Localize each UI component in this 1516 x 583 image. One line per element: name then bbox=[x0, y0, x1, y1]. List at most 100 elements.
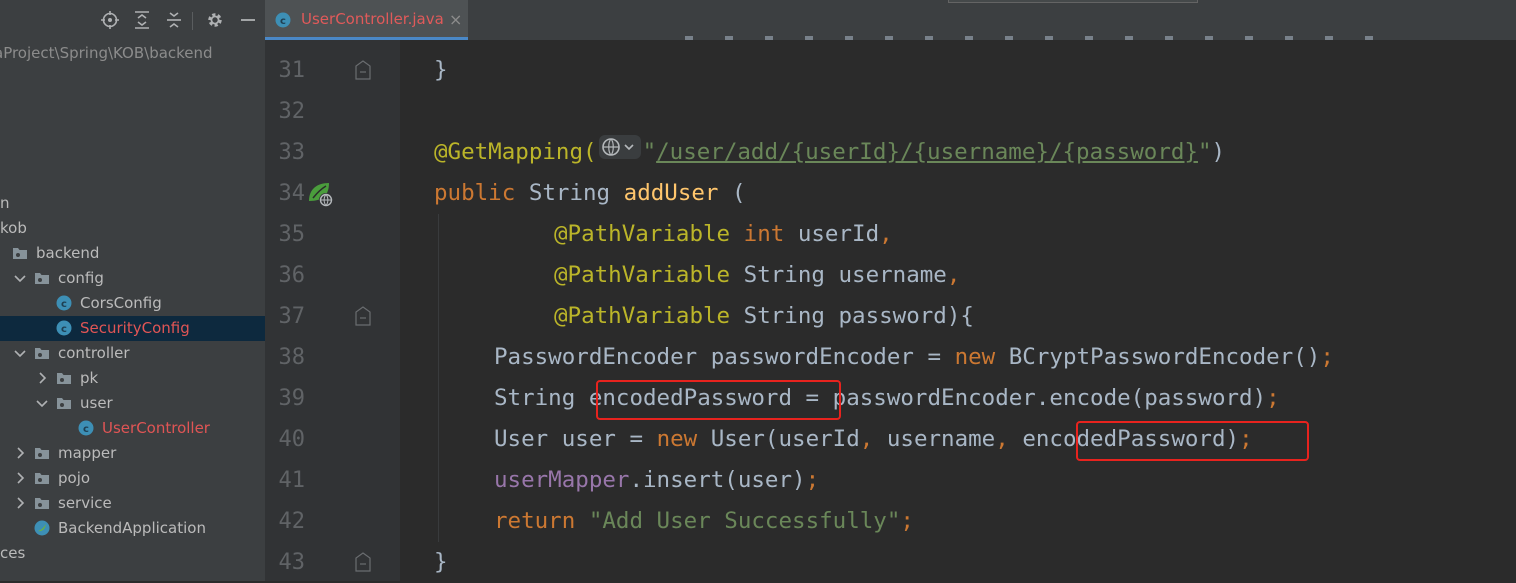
code-token: , bbox=[879, 221, 893, 247]
code-token: "Add User Successfully" bbox=[588, 508, 901, 534]
tree-item-securityconfig[interactable]: c SecurityConfig bbox=[0, 316, 265, 341]
tree-item-label: pojo bbox=[58, 469, 91, 487]
tree-item-service[interactable]: service bbox=[0, 491, 265, 516]
expand-all-icon[interactable] bbox=[132, 10, 152, 30]
collapse-all-icon[interactable] bbox=[164, 10, 184, 30]
code-token: " bbox=[642, 139, 657, 165]
indent-guide bbox=[438, 214, 439, 337]
annotation-highlight-box bbox=[596, 380, 841, 420]
code-token: String password){ bbox=[743, 303, 974, 329]
code-line-38[interactable]: PasswordEncoder passwordEncoder = new BC… bbox=[494, 337, 1334, 378]
spring-app-icon bbox=[34, 520, 50, 536]
tree-item-user[interactable]: user bbox=[0, 391, 265, 416]
java-class-icon: c bbox=[275, 12, 291, 28]
code-line-41[interactable]: userMapper.insert(user); bbox=[494, 460, 819, 501]
chevron-right-icon[interactable] bbox=[12, 495, 28, 511]
previous-line-fragment bbox=[685, 36, 1385, 40]
tree-item-pojo[interactable]: pojo bbox=[0, 466, 265, 491]
tree-item-mapper[interactable]: mapper bbox=[0, 441, 265, 466]
code-token: new bbox=[954, 344, 1009, 370]
code-token: @PathVariable bbox=[554, 221, 744, 247]
code-token: String bbox=[528, 180, 624, 206]
tree-item-controller[interactable]: controller bbox=[0, 341, 265, 366]
code-token: username bbox=[886, 426, 996, 452]
tree-item-label: UserController bbox=[102, 419, 210, 437]
code-token: ( bbox=[718, 180, 746, 206]
code-token: addUser bbox=[623, 180, 719, 206]
line-number: 35 bbox=[278, 222, 306, 247]
code-line-34[interactable]: public String addUser ( bbox=[434, 173, 746, 214]
tree-item-backend[interactable]: backend bbox=[0, 241, 265, 266]
svg-text:c: c bbox=[61, 324, 67, 335]
package-folder-icon bbox=[12, 245, 28, 261]
code-token: /user/add/{userId}/{username}/{password} bbox=[656, 139, 1198, 165]
line-number: 41 bbox=[278, 468, 306, 493]
fold-marker-icon[interactable] bbox=[355, 552, 371, 572]
package-folder-icon bbox=[34, 270, 50, 286]
code-token: ; bbox=[900, 508, 914, 534]
code-line-33[interactable]: @GetMapping("/user/add/{userId}/{usernam… bbox=[434, 132, 1225, 173]
code-line-43[interactable]: } bbox=[434, 542, 448, 583]
code-token: userMapper bbox=[494, 467, 630, 493]
hide-panel-icon[interactable] bbox=[238, 10, 258, 30]
fold-marker-icon[interactable] bbox=[355, 306, 371, 326]
code-token: ) bbox=[1211, 139, 1226, 165]
locate-file-icon[interactable] bbox=[100, 10, 120, 30]
code-token: BCryptPasswordEncoder() bbox=[1008, 344, 1321, 370]
editor-tab-bar: c UserController.java × bbox=[265, 0, 1516, 40]
tree-item-config[interactable]: config bbox=[0, 266, 265, 291]
chevron-right-icon[interactable] bbox=[12, 445, 28, 461]
tree-item-ces[interactable]: ces bbox=[0, 541, 265, 566]
project-root-path: aProject\Spring\KOB\backend bbox=[0, 44, 213, 62]
chevron-down-icon[interactable] bbox=[34, 395, 50, 411]
tree-item-n[interactable]: n bbox=[0, 191, 265, 216]
fold-marker-icon[interactable] bbox=[355, 60, 371, 80]
code-token: , bbox=[946, 262, 961, 288]
gear-icon[interactable] bbox=[205, 10, 225, 30]
code-token: User(userId bbox=[710, 426, 860, 452]
package-folder-icon bbox=[34, 345, 50, 361]
java-class-icon: c bbox=[56, 295, 72, 311]
tree-item-label: pk bbox=[80, 369, 99, 387]
tree-item-label: backend bbox=[36, 244, 100, 262]
tree-item-corsconfig[interactable]: c CorsConfig bbox=[0, 291, 265, 316]
tree-item-kob[interactable]: kob bbox=[0, 216, 265, 241]
project-toolbar bbox=[0, 0, 265, 40]
code-line-37[interactable]: @PathVariable String password){ bbox=[554, 296, 974, 337]
tree-item-usercontroller[interactable]: c UserController bbox=[0, 416, 265, 441]
code-token: @PathVariable bbox=[554, 303, 744, 329]
chevron-down-icon[interactable] bbox=[12, 270, 28, 286]
code-line-42[interactable]: return "Add User Successfully"; bbox=[494, 501, 914, 542]
annotation-highlight-box bbox=[1076, 421, 1309, 461]
line-number: 37 bbox=[278, 304, 306, 329]
chevron-right-icon[interactable] bbox=[12, 470, 28, 486]
line-number: 39 bbox=[278, 386, 306, 411]
code-token: " bbox=[1197, 139, 1212, 165]
tree-item-label: service bbox=[58, 494, 112, 512]
editor-gutter: 31 32 33 34 35 36 37 38 39 40 41 42 43 bbox=[265, 40, 400, 581]
code-line-36[interactable]: @PathVariable String username, bbox=[554, 255, 960, 296]
globe-link-icon[interactable] bbox=[598, 132, 641, 173]
code-line-31[interactable]: } bbox=[434, 50, 448, 91]
chevron-right-icon[interactable] bbox=[34, 370, 50, 386]
chevron-down-icon[interactable] bbox=[12, 345, 28, 361]
search-field-edge[interactable] bbox=[948, 0, 1198, 3]
code-editor: c UserController.java × 31 32 33 34 35 36 37 38… bbox=[265, 0, 1516, 581]
package-folder-icon bbox=[34, 445, 50, 461]
code-token: userId bbox=[797, 221, 880, 247]
java-class-icon: c bbox=[56, 320, 72, 336]
tree-item-label: SecurityConfig bbox=[80, 319, 190, 337]
tree-item-backendapplication[interactable]: BackendApplication bbox=[0, 516, 265, 541]
code-line-35[interactable]: @PathVariable int userId, bbox=[554, 214, 893, 255]
code-area[interactable]: } @GetMapping("/user/add/{userId}/{userna… bbox=[400, 40, 1516, 581]
package-folder-icon bbox=[56, 370, 72, 386]
editor-tab-usercontroller[interactable]: c UserController.java × bbox=[265, 0, 468, 40]
web-endpoint-icon[interactable] bbox=[307, 181, 335, 213]
line-number: 40 bbox=[278, 427, 306, 452]
code-token: ; bbox=[1266, 385, 1280, 411]
code-token: ; bbox=[1320, 344, 1334, 370]
indent-guide bbox=[438, 337, 439, 542]
tree-item-pk[interactable]: pk bbox=[0, 366, 265, 391]
line-number: 36 bbox=[278, 263, 306, 288]
close-icon[interactable]: × bbox=[449, 10, 462, 29]
